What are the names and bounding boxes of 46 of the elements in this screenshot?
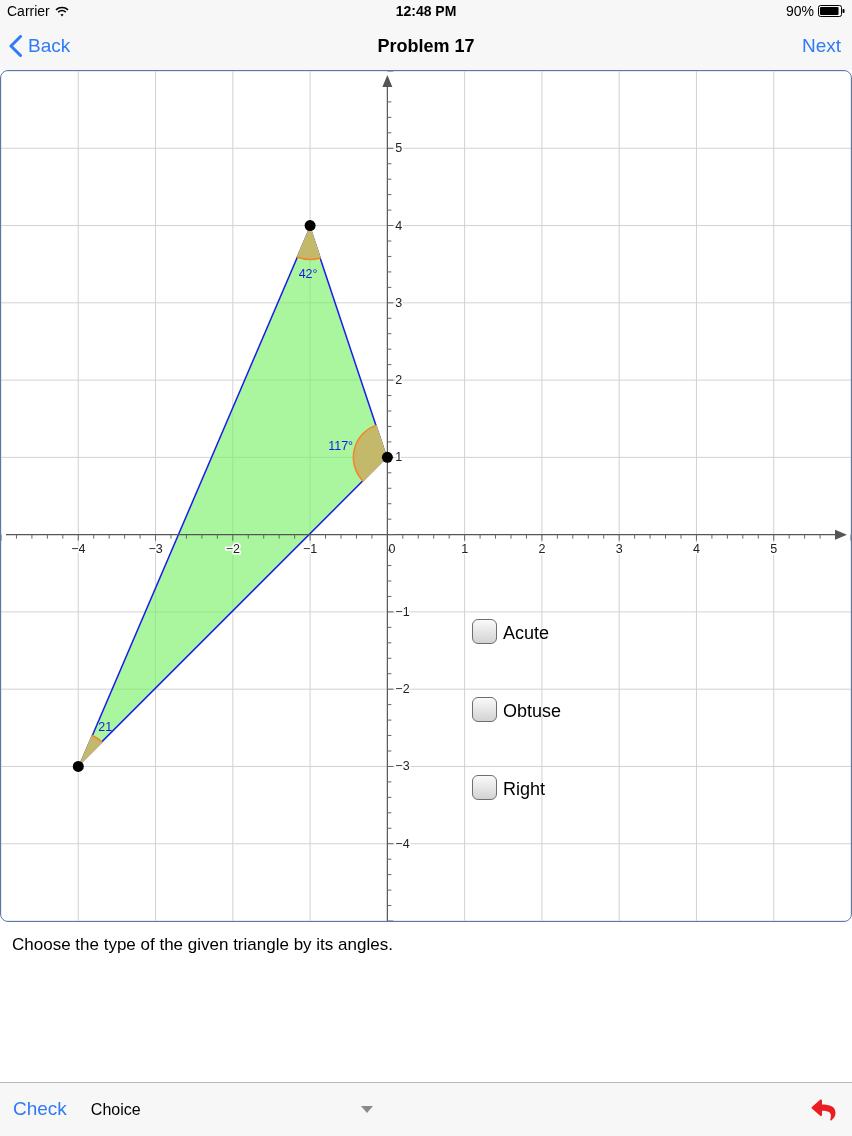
battery-percent: 90% bbox=[785, 1, 814, 21]
nav-title: Problem 17 bbox=[377, 34, 475, 58]
choice-label: Acute bbox=[503, 621, 550, 642]
tick-label: 0 bbox=[388, 541, 396, 556]
checkbox[interactable] bbox=[472, 697, 497, 722]
vertex-point bbox=[381, 451, 393, 463]
carrier-name: Carrier bbox=[7, 1, 50, 21]
checkbox[interactable] bbox=[472, 775, 497, 800]
chevron-left-icon bbox=[9, 35, 22, 57]
tick-label: −2 bbox=[225, 541, 240, 556]
choice-label: Right bbox=[503, 777, 546, 798]
tick-label: 3 bbox=[615, 541, 623, 556]
tick-label: 4 bbox=[395, 218, 403, 233]
tick-label: −2 bbox=[395, 682, 410, 697]
answer-type-dropdown[interactable]: Choice bbox=[90, 1097, 381, 1122]
vertex-point bbox=[72, 760, 84, 772]
back-button[interactable]: Back bbox=[9, 31, 71, 61]
tick-label: −3 bbox=[395, 759, 410, 774]
tick-label: 5 bbox=[395, 141, 403, 156]
next-button[interactable]: Next bbox=[801, 31, 843, 61]
tick-label: −3 bbox=[148, 541, 163, 556]
prompt-text: Choose the type of the given triangle by its angles. bbox=[11, 934, 394, 956]
angle-label: 21 bbox=[98, 719, 113, 734]
tick-label: −1 bbox=[395, 604, 410, 619]
tick-label: 5 bbox=[770, 541, 778, 556]
tick-label: 1 bbox=[461, 541, 469, 556]
angle-label: 42° bbox=[298, 266, 318, 281]
tick-label: 1 bbox=[395, 450, 403, 465]
vertex-point bbox=[304, 220, 316, 232]
checkbox[interactable] bbox=[472, 619, 497, 644]
wifi-icon bbox=[54, 5, 69, 17]
tick-label: 2 bbox=[538, 541, 546, 556]
choice-label: Obtuse bbox=[503, 699, 562, 720]
tick-label: −4 bbox=[395, 836, 410, 851]
undo-arrow-icon bbox=[810, 1097, 837, 1122]
tick-label: −1 bbox=[302, 541, 318, 556]
tick-label: 3 bbox=[395, 295, 403, 310]
tick-label: 2 bbox=[395, 373, 403, 388]
angle-label: 117° bbox=[328, 439, 354, 454]
angle-arc bbox=[352, 424, 388, 483]
tick-label: −4 bbox=[71, 541, 86, 556]
battery-icon bbox=[818, 5, 845, 17]
caret-down-icon bbox=[360, 1106, 373, 1113]
tick-label: 4 bbox=[693, 541, 700, 556]
check-button[interactable]: Check bbox=[13, 1095, 67, 1124]
status-time: 12:48 PM bbox=[395, 1, 457, 21]
